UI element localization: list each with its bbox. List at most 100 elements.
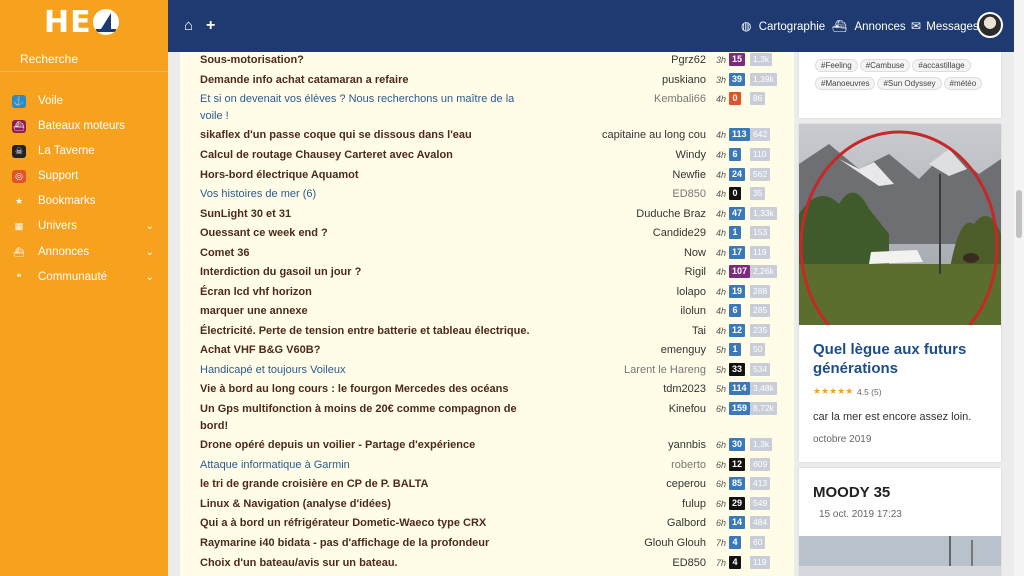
topic-author[interactable]: Kembali66 xyxy=(654,91,706,108)
topic-author[interactable]: Tai xyxy=(692,323,706,340)
scrollbar-thumb[interactable] xyxy=(1016,190,1022,238)
reply-count-badge: 6 xyxy=(729,304,741,317)
topic-title[interactable]: Et si on devenait vos élèves ? Nous rech… xyxy=(200,91,530,124)
lifebuoy-icon: ◎ xyxy=(12,170,26,183)
topic-author[interactable]: Larent le Hareng xyxy=(624,362,706,379)
page-scrollbar[interactable] xyxy=(1014,0,1024,576)
reply-count-badge: 24 xyxy=(729,168,746,181)
sidebar-item-annonces[interactable]: ⛴ Annonces ⌄ xyxy=(0,240,168,265)
topic-author[interactable]: emenguy xyxy=(661,342,706,359)
topic-author[interactable]: puskiano xyxy=(662,72,706,89)
boat-photo[interactable] xyxy=(799,536,1001,576)
topic-author[interactable]: ED850 xyxy=(672,186,706,203)
reply-count-badge: 15 xyxy=(729,53,746,66)
topic-author[interactable]: Now xyxy=(684,245,706,262)
sidebar-item-la-taverne[interactable]: ☠ La Taverne xyxy=(0,139,168,164)
boat-title[interactable]: MOODY 35 xyxy=(813,484,890,501)
topic-author[interactable]: Newfie xyxy=(672,167,706,184)
boat-card[interactable]: MOODY 35 15 oct. 2019 17:23 xyxy=(799,468,1001,576)
grid-icon: ▦ xyxy=(12,220,26,233)
reply-count-badge: 39 xyxy=(729,73,746,86)
nav-cartographie[interactable]: ◍ Cartographie xyxy=(741,0,825,52)
tag-chip[interactable]: #Feeling xyxy=(815,59,858,72)
reply-count-badge: 113 xyxy=(729,128,750,141)
topic-title[interactable]: SunLight 30 et 31 xyxy=(200,206,530,223)
topic-title[interactable]: Hors-bord électrique Aquamot xyxy=(200,167,530,184)
topic-author[interactable]: ED850 xyxy=(672,555,706,572)
user-avatar[interactable] xyxy=(977,12,1003,38)
topic-author[interactable]: Galbord xyxy=(667,515,706,532)
nav-messages[interactable]: ✉ Messages xyxy=(911,0,979,52)
topic-title[interactable]: Drone opéré depuis un voilier - Partage … xyxy=(200,437,530,454)
topic-title[interactable]: Vos histoires de mer (6) xyxy=(200,186,530,203)
topic-title[interactable]: Calcul de routage Chausey Carteret avec … xyxy=(200,147,530,164)
topic-title[interactable]: Comet 36 xyxy=(200,245,530,262)
ship-icon: ⛴ xyxy=(12,246,26,259)
article-title[interactable]: Quel lègue aux futurs générations xyxy=(813,340,989,378)
topic-author[interactable]: yannbis xyxy=(668,437,706,454)
tag-chip[interactable]: #Sun Odyssey xyxy=(877,77,942,90)
topic-title[interactable]: Vie à bord au long cours : le fourgon Me… xyxy=(200,381,530,398)
topic-age: 7h xyxy=(716,538,727,548)
topic-author[interactable]: Rigil xyxy=(685,264,706,281)
tag-chip[interactable]: #Cambuse xyxy=(859,59,911,72)
home-icon[interactable]: ⌂ xyxy=(184,0,193,52)
topic-title[interactable]: Linux & Navigation (analyse d'idées) xyxy=(200,496,530,513)
topic-author[interactable]: ilolun xyxy=(680,303,706,320)
topic-author[interactable]: Pgrz62 xyxy=(671,52,706,69)
topic-author[interactable]: Duduche Braz xyxy=(636,206,706,223)
topic-title[interactable]: Interdiction du gasoil un jour ? xyxy=(200,264,530,281)
reply-count-badge: 12 xyxy=(729,324,746,337)
topic-title[interactable]: sikaflex d'un passe coque qui se dissous… xyxy=(200,127,530,144)
topic-title[interactable]: Choix d'un bateau/avis sur un bateau. xyxy=(200,555,530,572)
topic-author[interactable]: capitaine au long cou xyxy=(602,127,706,144)
topic-title[interactable]: Handicapé et toujours Voileux xyxy=(200,362,530,379)
tag-chip[interactable]: #météo xyxy=(943,77,983,90)
topic-title[interactable]: Attaque informatique à Garmin xyxy=(200,457,530,474)
topic-author[interactable]: Candide29 xyxy=(653,225,706,242)
sidebar-item-voile[interactable]: ⚓ Voile xyxy=(0,89,168,114)
topic-author[interactable]: roberto xyxy=(671,457,706,474)
topic-author[interactable]: Kinefou xyxy=(669,401,706,418)
topic-title[interactable]: Raymarine i40 bidata - pas d'affichage d… xyxy=(200,535,530,552)
topic-age: 5h xyxy=(716,345,727,355)
reply-count-badge: 6 xyxy=(729,148,741,161)
topic-title[interactable]: Un Gps multifonction à moins de 20€ comm… xyxy=(200,401,530,434)
article-card[interactable]: Quel lègue aux futurs générations ★★★★★ … xyxy=(799,124,1001,462)
topic-title[interactable]: Électricité. Perte de tension entre batt… xyxy=(200,323,530,340)
topic-title[interactable]: Qui a à bord un réfrigérateur Dometic-Wa… xyxy=(200,515,530,532)
topic-author[interactable]: lolapo xyxy=(677,284,706,301)
article-photo[interactable] xyxy=(799,124,1001,325)
topic-author[interactable]: fulup xyxy=(682,496,706,513)
tag-chip[interactable]: #accastillage xyxy=(912,59,971,72)
anchor-icon: ⚓ xyxy=(12,95,26,108)
topic-title[interactable]: Demande info achat catamaran a refaire xyxy=(200,72,530,89)
reply-count-badge: 85 xyxy=(729,477,746,490)
sidebar-item-bateaux-moteurs[interactable]: ⛴ Bateaux moteurs xyxy=(0,114,168,139)
chevron-down-icon[interactable]: ⌄ xyxy=(146,265,154,290)
chevron-down-icon[interactable]: ⌄ xyxy=(146,240,154,265)
topic-title[interactable]: marquer une annexe xyxy=(200,303,530,320)
nav-annonces[interactable]: ⛴ Annonces xyxy=(832,0,906,52)
topic-title[interactable]: Ouessant ce week end ? xyxy=(200,225,530,242)
chevron-down-icon[interactable]: ⌄ xyxy=(146,214,154,239)
sidebar-search[interactable]: Recherche xyxy=(0,46,168,72)
topic-title[interactable]: Écran lcd vhf horizon xyxy=(200,284,530,301)
article-rating: 4.5 (5) xyxy=(857,387,882,397)
sidebar-item-support[interactable]: ◎ Support xyxy=(0,164,168,189)
sidebar-item-univers[interactable]: ▦ Univers ⌄ xyxy=(0,214,168,239)
sidebar-item-bookmarks[interactable]: ★ Bookmarks xyxy=(0,189,168,214)
view-count-badge: 110 xyxy=(750,148,770,161)
site-logo[interactable]: HE xyxy=(44,5,119,40)
topic-title[interactable]: Achat VHF B&G V60B? xyxy=(200,342,530,359)
tag-chip[interactable]: #Manoeuvres xyxy=(815,77,876,90)
topic-author[interactable]: tdm2023 xyxy=(663,381,706,398)
topic-title[interactable]: Sous-motorisation? xyxy=(200,52,530,69)
topic-author[interactable]: Glouh Glouh xyxy=(644,535,706,552)
add-icon[interactable]: + xyxy=(206,0,215,52)
topic-author[interactable]: ceperou xyxy=(666,476,706,493)
reply-count-badge: 1 xyxy=(729,343,741,356)
topic-author[interactable]: Windy xyxy=(675,147,706,164)
sidebar-item-communaut-[interactable]: ❝ Communauté ⌄ xyxy=(0,265,168,290)
topic-title[interactable]: le tri de grande croisière en CP de P. B… xyxy=(200,476,530,493)
